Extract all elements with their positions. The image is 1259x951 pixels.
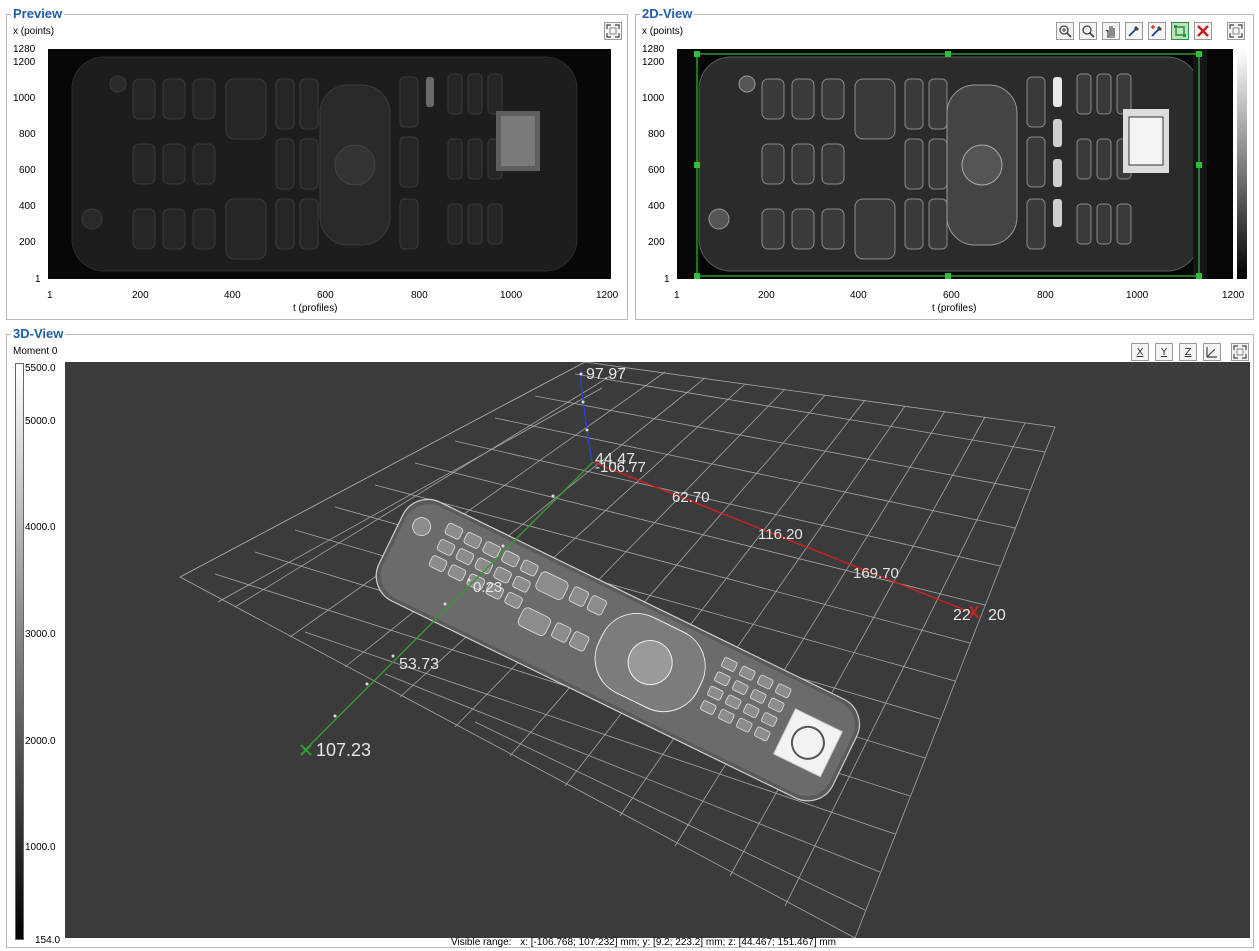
view-z-label: Z [1184, 346, 1192, 358]
y-tick: 1 [664, 274, 670, 285]
y-tick: 1000 [13, 93, 36, 104]
y-tick: 1 [35, 274, 41, 285]
y-tick: 1280 [642, 44, 665, 55]
x-tick: 800 [411, 290, 428, 301]
view-x-label: X [1136, 346, 1144, 358]
x-tick: 1000 [1126, 290, 1149, 301]
remote-control-image [48, 49, 611, 279]
view-iso-button[interactable] [1203, 343, 1221, 361]
y-tick: 800 [648, 129, 665, 140]
preview-y-caption: x (points) [13, 26, 55, 37]
x-tick: 600 [317, 290, 334, 301]
y-tick: 1200 [642, 57, 665, 68]
x-tick: 600 [943, 290, 960, 301]
x-tick: 1200 [1222, 290, 1245, 301]
fullscreen-button[interactable] [604, 22, 622, 40]
pipette-button[interactable] [1125, 22, 1143, 40]
preview-x-caption: t (profiles) [293, 303, 338, 314]
fullscreen-button[interactable] [1231, 343, 1249, 361]
x-axis-tick-label: 169.70 [853, 565, 899, 582]
x-axis-start-label: -106.77 [595, 459, 646, 476]
y-tick: 600 [648, 165, 665, 176]
fullscreen-icon [1233, 345, 1247, 359]
zoom-button[interactable] [1079, 22, 1097, 40]
scale-tick: 4000.0 [25, 522, 56, 533]
y-axis-end-label: 107.23 [316, 740, 371, 760]
x-tick: 400 [224, 290, 241, 301]
fullscreen-icon [606, 24, 620, 38]
view2d-image[interactable] [677, 49, 1233, 279]
y-axis-tick-label: 53.73 [399, 656, 439, 673]
scale-tick: 154.0 [35, 935, 61, 946]
preview-image[interactable] [48, 49, 611, 279]
moment-color-scale [15, 363, 24, 940]
preview-title: Preview [11, 6, 65, 21]
y-tick: 400 [648, 201, 665, 212]
y-tick: 600 [19, 165, 36, 176]
scale-tick: 1000.0 [25, 842, 56, 853]
3d-scene: 97.97 44.47 -106.77 62.70 116.20 169.70 … [65, 362, 1250, 938]
visible-range-status: Visible range: x: [-106.768; 107.232] mm… [451, 937, 836, 948]
x-tick: 800 [1037, 290, 1054, 301]
view-x-button[interactable]: X [1131, 343, 1149, 361]
scale-tick: 5500.0 [25, 363, 56, 374]
x-tick: 200 [758, 290, 775, 301]
scale-tick: 5000.0 [25, 416, 56, 427]
roi-delete-icon [1197, 25, 1209, 37]
preview-panel: Preview x (points) 1280 1200 1000 800 60… [6, 6, 628, 320]
y-tick: 1000 [642, 93, 665, 104]
3d-viewport[interactable]: 97.97 44.47 -106.77 62.70 116.20 169.70 … [65, 362, 1250, 938]
x-axis-end-label: 22 [953, 607, 971, 624]
view2d-intensity-scale [1237, 49, 1247, 279]
scale-tick: 2000.0 [25, 736, 56, 747]
view3d-panel: 3D-View Moment 0 X Y Z 5500.0 5000.0 400… [6, 326, 1254, 948]
scale-tick: 3000.0 [25, 629, 56, 640]
x-axis-end-label-2: 20 [988, 607, 1006, 624]
view-z-button[interactable]: Z [1179, 343, 1197, 361]
zoom-icon [1082, 25, 1095, 38]
y-tick: 800 [19, 129, 36, 140]
roi-select-icon [1174, 25, 1186, 37]
roi-select-button[interactable] [1171, 22, 1189, 40]
z-axis-top-label: 97.97 [586, 366, 626, 383]
x-tick: 400 [850, 290, 867, 301]
remote-control-image-enhanced [677, 49, 1233, 279]
zoom-fit-button[interactable] [1056, 22, 1074, 40]
view2d-y-caption: x (points) [642, 26, 684, 37]
y-tick: 1200 [13, 57, 36, 68]
y-tick: 400 [19, 201, 36, 212]
y-tick: 1280 [13, 44, 36, 55]
x-tick: 1 [674, 290, 680, 301]
visible-range-value: x: [-106.768; 107.232] mm; y: [9.2; 223.… [520, 937, 836, 948]
pan-button[interactable] [1102, 22, 1120, 40]
y-tick: 200 [19, 237, 36, 248]
fullscreen-icon [1229, 24, 1243, 38]
y-tick: 200 [648, 237, 665, 248]
x-tick: 1200 [596, 290, 619, 301]
roi-delete-button[interactable] [1194, 22, 1212, 40]
x-axis-tick-label: 116.20 [758, 526, 803, 543]
x-tick: 1 [47, 290, 53, 301]
view2d-x-caption: t (profiles) [932, 303, 977, 314]
view-y-label: Y [1160, 346, 1168, 358]
view3d-title: 3D-View [11, 326, 66, 341]
iso-view-icon [1206, 347, 1217, 358]
x-axis-tick-label: 62.70 [672, 489, 710, 506]
y-axis-tick-label: 0.23 [473, 579, 502, 596]
pipette-plus-button[interactable] [1148, 22, 1166, 40]
pan-hand-icon [1105, 26, 1115, 38]
view2d-title: 2D-View [640, 6, 695, 21]
x-tick: 1000 [500, 290, 523, 301]
view-y-button[interactable]: Y [1155, 343, 1173, 361]
pipette-icon [1128, 26, 1139, 37]
pipette-plus-icon [1151, 25, 1162, 37]
visible-range-label: Visible range: [451, 937, 512, 948]
zoom-fit-icon [1059, 25, 1072, 38]
scale-caption: Moment 0 [13, 346, 58, 357]
view2d-panel: 2D-View x (points) 1280 1200 1000 800 60… [635, 6, 1254, 320]
fullscreen-button[interactable] [1227, 22, 1245, 40]
x-tick: 200 [132, 290, 149, 301]
